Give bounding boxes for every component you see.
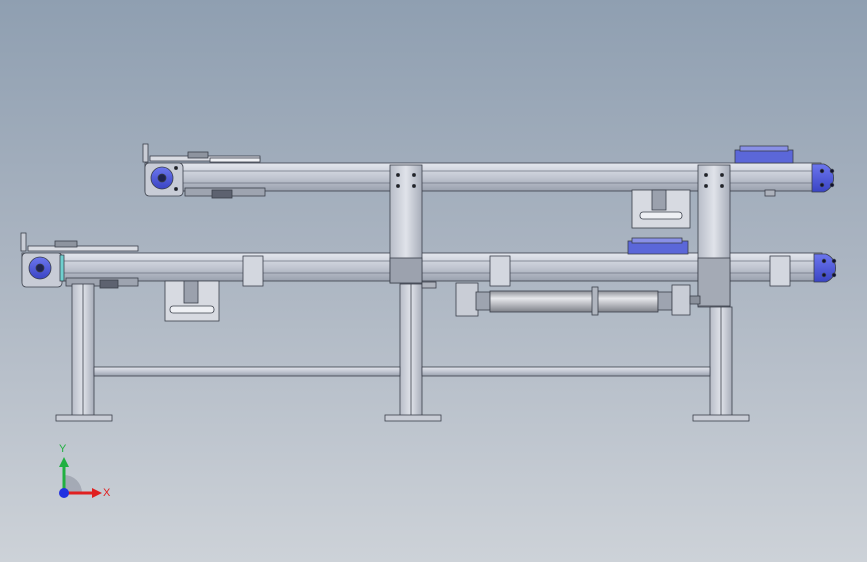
upper-stopper-module[interactable] [631,189,691,229]
pneumatic-cylinder[interactable] [455,282,701,317]
y-axis-label: Y [59,443,67,455]
z-axis-dot [59,488,69,498]
conveyor-assembly-model[interactable] [0,0,867,562]
x-axis-label: X [103,487,111,499]
cad-viewport[interactable]: Y X [0,0,867,562]
lower-stopper-module[interactable] [164,280,220,322]
